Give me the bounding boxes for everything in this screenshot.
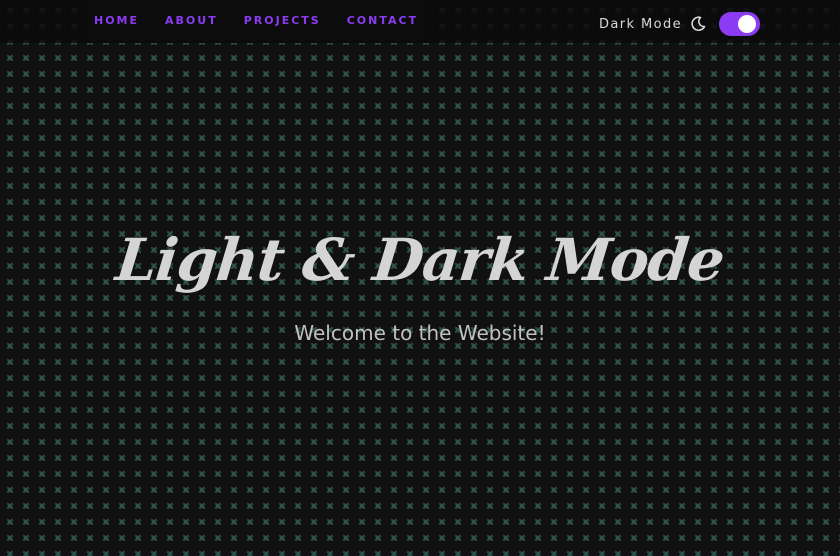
toggle-knob: [738, 15, 757, 33]
theme-switch: Dark Mode: [599, 12, 761, 36]
hero-section: Light & Dark Mode Welcome to the Website…: [0, 222, 840, 346]
navbar: HOME ABOUT PROJECTS CONTACT Dark Mode: [0, 0, 840, 43]
page-title: Light & Dark Mode: [112, 226, 728, 294]
nav-links: HOME ABOUT PROJECTS CONTACT: [82, 0, 431, 43]
dark-mode-toggle[interactable]: [719, 12, 761, 36]
nav-link-contact[interactable]: CONTACT: [347, 14, 418, 27]
dark-mode-label: Dark Mode: [599, 16, 683, 32]
page-subtitle: Welcome to the Website!: [294, 321, 546, 345]
nav-link-about[interactable]: ABOUT: [165, 14, 218, 27]
moon-icon: [690, 16, 706, 32]
nav-link-projects[interactable]: PROJECTS: [244, 14, 321, 27]
nav-link-home[interactable]: HOME: [94, 14, 139, 27]
